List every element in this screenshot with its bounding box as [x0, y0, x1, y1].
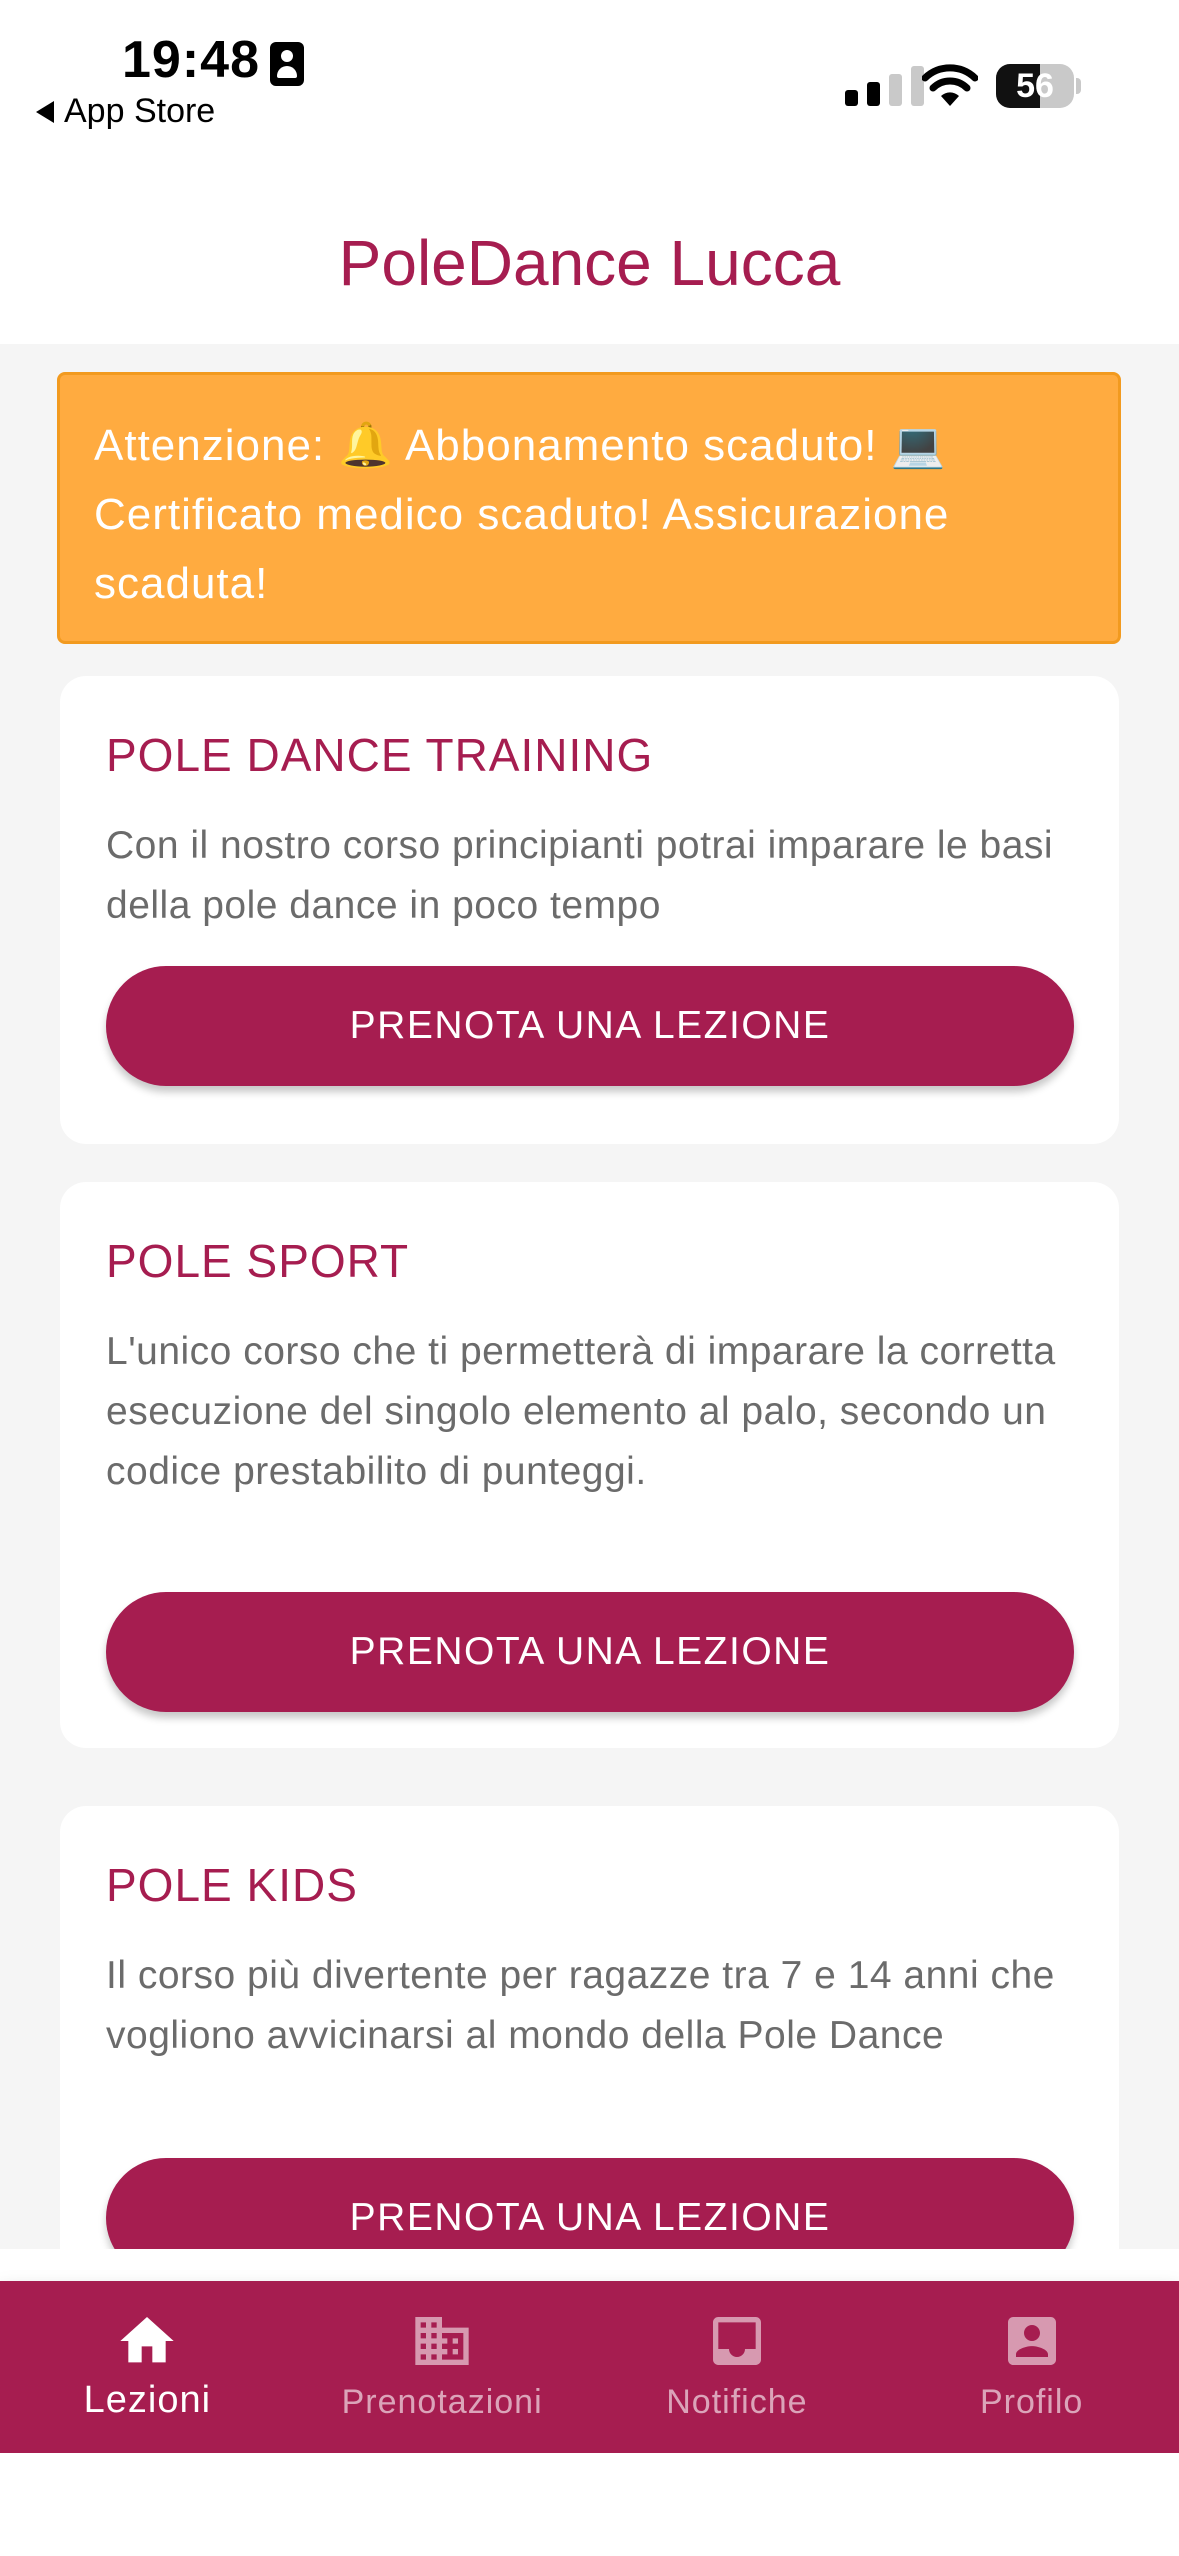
building-icon: [415, 2317, 469, 2365]
inbox-icon: [712, 2317, 761, 2365]
course-title: POLE KIDS: [106, 1859, 358, 1911]
book-lesson-button[interactable]: PRENOTA UNA LEZIONE: [106, 2158, 1074, 2249]
course-card-pole-kids: POLE KIDS Il corso più divertente per ra…: [60, 1806, 1119, 2249]
status-time: 19:48: [122, 31, 260, 89]
course-description: Con il nostro corso principianti potrai …: [106, 824, 1054, 927]
course-title: POLE SPORT: [106, 1235, 410, 1287]
back-arrow-icon: [36, 100, 54, 123]
nav-item-lezioni[interactable]: Lezioni: [0, 2281, 295, 2453]
course-description: Il corso più divertente per ragazze tra …: [106, 1954, 1055, 2057]
alert-text: Attenzione: 🔔 Abbonamento scaduto! 💻 Cer…: [94, 421, 950, 608]
app-header: PoleDance Lucca: [0, 170, 1179, 344]
nav-item-profilo[interactable]: Profilo: [884, 2281, 1179, 2453]
status-bar: 19:48 App Store 56: [0, 0, 1179, 170]
course-description: L'unico corso che ti permetterà di impar…: [106, 1330, 1056, 1493]
course-title: POLE DANCE TRAINING: [106, 729, 654, 781]
contact-card-icon: [270, 42, 304, 86]
wifi-icon: [922, 64, 978, 106]
book-lesson-button[interactable]: PRENOTA UNA LEZIONE: [106, 966, 1074, 1086]
expiration-alert: Attenzione: 🔔 Abbonamento scaduto! 💻 Cer…: [57, 372, 1121, 644]
bottom-navigation: Lezioni Prenotazioni Notifiche Profilo: [0, 2281, 1179, 2453]
account-box-icon: [1007, 2317, 1056, 2365]
course-card-pole-dance-training: POLE DANCE TRAINING Con il nostro corso …: [60, 676, 1119, 1144]
battery-level-text: 56: [1016, 67, 1054, 105]
nav-label: Notifiche: [666, 2383, 808, 2421]
book-lesson-button[interactable]: PRENOTA UNA LEZIONE: [106, 1592, 1074, 1712]
home-indicator-area: [0, 2453, 1179, 2556]
nav-item-prenotazioni[interactable]: Prenotazioni: [295, 2281, 590, 2453]
back-to-app-store-link[interactable]: App Store: [36, 92, 215, 131]
nav-label: Lezioni: [83, 2379, 212, 2421]
page-title: PoleDance Lucca: [338, 227, 841, 299]
battery-icon: 56: [996, 64, 1081, 108]
course-card-pole-sport: POLE SPORT L'unico corso che ti permette…: [60, 1182, 1119, 1748]
nav-label: Profilo: [979, 2383, 1084, 2421]
lessons-content[interactable]: Attenzione: 🔔 Abbonamento scaduto! 💻 Cer…: [0, 344, 1179, 2249]
home-icon: [120, 2317, 175, 2363]
back-link-label: App Store: [64, 92, 216, 130]
nav-item-notifiche[interactable]: Notifiche: [590, 2281, 885, 2453]
nav-label: Prenotazioni: [341, 2383, 543, 2421]
